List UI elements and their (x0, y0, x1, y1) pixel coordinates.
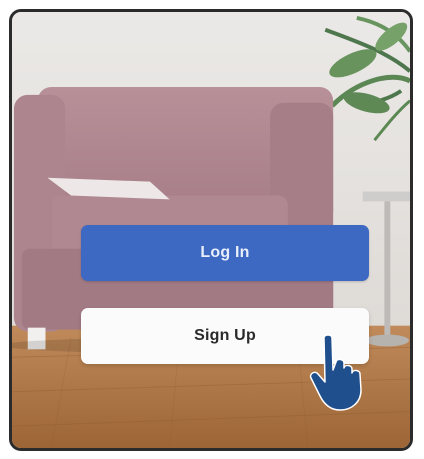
hand-pointer-icon (309, 334, 362, 411)
device-frame: Log In Sign Up (9, 9, 413, 451)
login-button[interactable]: Log In (81, 225, 369, 281)
